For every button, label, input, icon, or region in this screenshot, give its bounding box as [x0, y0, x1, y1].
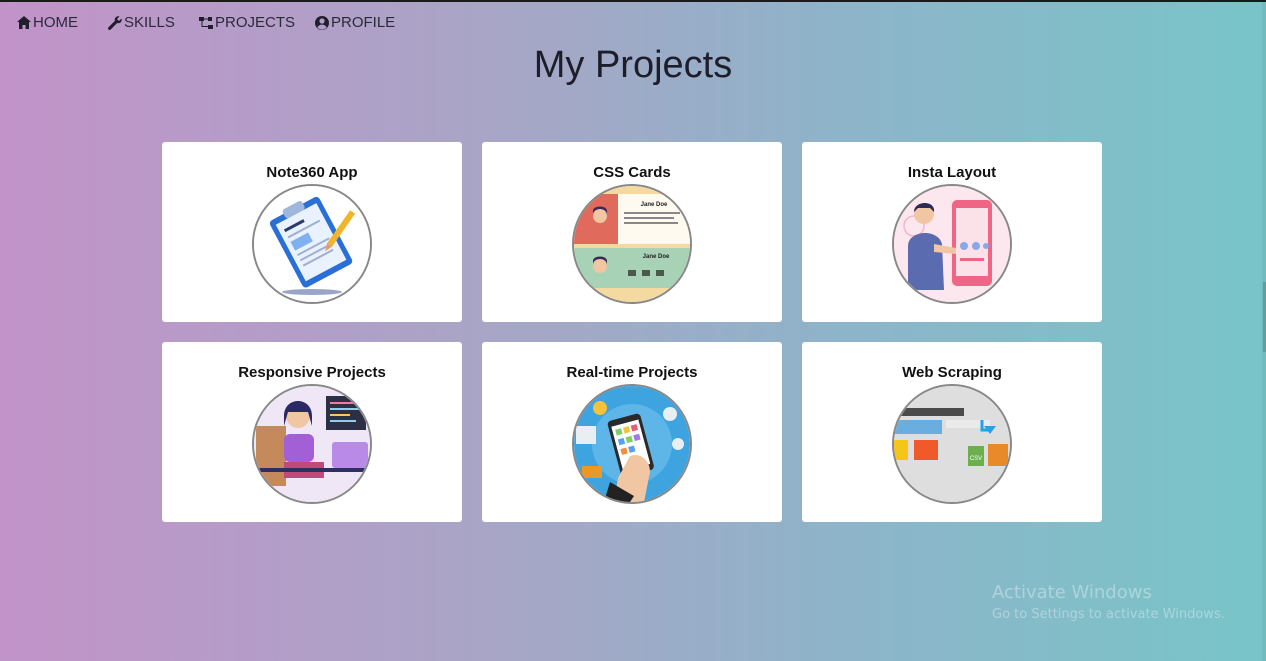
clipboard-notes-image — [252, 184, 372, 304]
project-title: Web Scraping — [902, 364, 1002, 381]
project-title: Responsive Projects — [238, 364, 386, 381]
girl-at-laptop-image — [252, 384, 372, 504]
watermark-line-1: Activate Windows — [992, 582, 1152, 603]
person-with-phone-image — [892, 184, 1012, 304]
nav-projects-label: PROJECTS — [215, 14, 296, 31]
wrench-icon — [108, 15, 122, 30]
home-icon — [17, 15, 31, 29]
nav-skills-link[interactable]: SKILLS — [107, 14, 175, 31]
project-title: Real-time Projects — [566, 364, 698, 381]
nav-profile-link[interactable]: PROFILE — [314, 14, 395, 31]
page-title: My Projects — [533, 44, 733, 86]
csv-label: CSV — [970, 456, 982, 462]
nav-skills-label: SKILLS — [124, 14, 175, 31]
nav-projects-link[interactable]: PROJECTS — [198, 14, 295, 31]
project-card-css-cards[interactable]: CSS Cards Jane Doe Jane Doe — [482, 142, 782, 322]
project-card-note360[interactable]: Note360 App — [162, 142, 462, 322]
hand-holding-phone-image — [572, 384, 692, 504]
user-circle-icon — [315, 15, 329, 30]
nav-home-link[interactable]: HOME — [16, 14, 78, 31]
vertical-scrollbar[interactable] — [1262, 2, 1266, 661]
windows-activation-watermark: Activate Windows Go to Settings to activ… — [992, 582, 1225, 622]
project-card-realtime-projects[interactable]: Real-time Projects — [482, 342, 782, 522]
watermark-line-2: Go to Settings to activate Windows. — [992, 607, 1225, 622]
web-to-csv-image: CSV — [892, 384, 1012, 504]
project-title: CSS Cards — [593, 164, 671, 181]
sitemap-icon — [199, 16, 213, 29]
profile-cards-image: Jane Doe Jane Doe — [572, 184, 692, 304]
project-card-web-scraping[interactable]: Web Scraping CSV — [802, 342, 1102, 522]
project-title: Note360 App — [266, 164, 358, 181]
css-card-name-1: Jane Doe — [641, 202, 668, 208]
project-card-responsive-projects[interactable]: Responsive Projects — [162, 342, 462, 522]
project-title: Insta Layout — [907, 164, 997, 181]
nav-home-label: HOME — [33, 14, 78, 31]
project-card-insta-layout[interactable]: Insta Layout — [802, 142, 1102, 322]
nav-profile-label: PROFILE — [331, 14, 396, 31]
css-card-name-2: Jane Doe — [643, 254, 670, 260]
